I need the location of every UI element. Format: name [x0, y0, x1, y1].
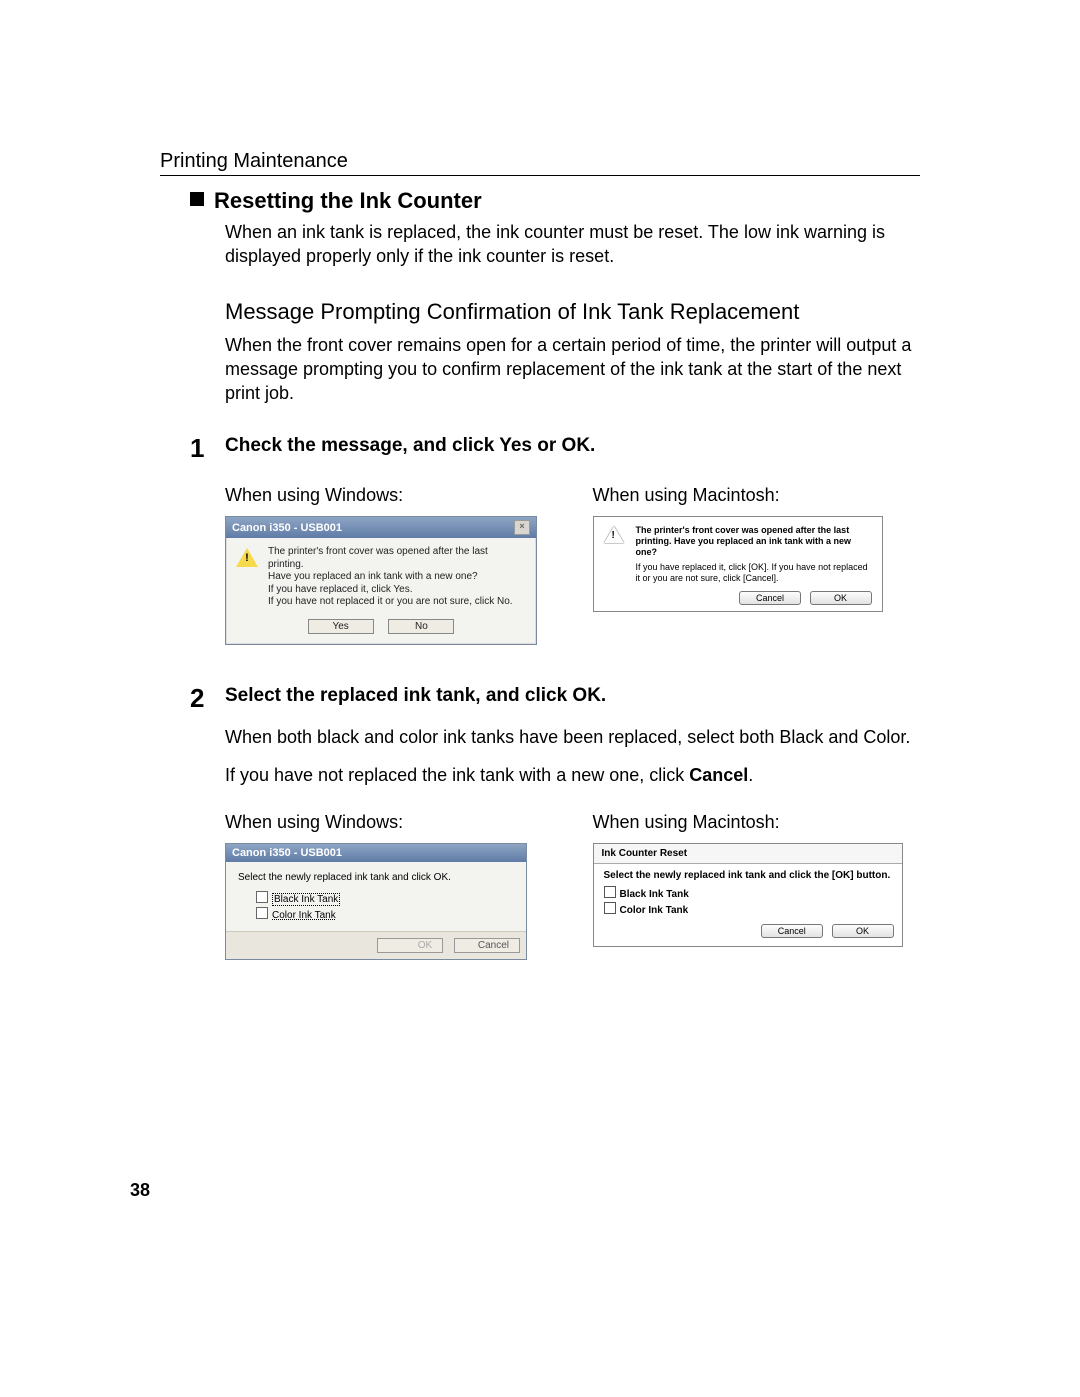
step-2-title: Select the replaced ink tank, and click … — [225, 685, 920, 707]
black-ink-checkbox-row[interactable]: Black Ink Tank — [256, 891, 514, 905]
step-2-columns: When using Windows: Canon i350 - USB001 … — [225, 812, 920, 960]
close-icon[interactable]: × — [514, 520, 530, 535]
mac-dialog-buttons: Cancel OK — [604, 591, 872, 605]
square-bullet-icon — [190, 192, 204, 206]
windows-dialog-message: The printer's front cover was opened aft… — [268, 546, 526, 609]
windows-titlebar: Canon i350 - USB001 × — [226, 517, 536, 538]
step-2-mac-col: When using Macintosh: Ink Counter Reset … — [593, 812, 921, 960]
step-2: 2 Select the replaced ink tank, and clic… — [190, 685, 920, 802]
mac-select-instr: Select the newly replaced ink tank and c… — [604, 870, 892, 882]
windows-select-footer: OK Cancel — [226, 931, 526, 959]
color-ink-checkbox-row[interactable]: Color Ink Tank — [256, 907, 514, 921]
windows-dialog-title: Canon i350 - USB001 — [232, 847, 342, 859]
section-title: Resetting the Ink Counter — [214, 188, 482, 213]
windows-titlebar: Canon i350 - USB001 — [226, 844, 526, 862]
mac-label: When using Macintosh: — [593, 812, 921, 833]
ok-button[interactable]: OK — [832, 924, 894, 938]
message-heading: Message Prompting Confirmation of Ink Ta… — [225, 299, 920, 325]
cancel-button[interactable]: Cancel — [454, 938, 520, 953]
checkbox-icon[interactable] — [604, 902, 616, 914]
cancel-button[interactable]: Cancel — [761, 924, 823, 938]
color-ink-checkbox-row[interactable]: Color Ink Tank — [604, 902, 892, 916]
cancel-button[interactable]: Cancel — [739, 591, 801, 605]
ok-button[interactable]: OK — [810, 591, 872, 605]
windows-dialog-body: The printer's front cover was opened aft… — [226, 538, 536, 615]
section-title-row: Resetting the Ink Counter — [190, 188, 920, 214]
yes-button[interactable]: Yes — [308, 619, 374, 634]
intro-paragraph: When an ink tank is replaced, the ink co… — [225, 220, 920, 269]
checkbox-icon[interactable] — [256, 907, 268, 919]
black-ink-label: Black Ink Tank — [272, 893, 340, 906]
warning-icon — [604, 525, 626, 583]
color-ink-label: Color Ink Tank — [620, 905, 689, 916]
page-number: 38 — [130, 1180, 920, 1201]
mac-label: When using Macintosh: — [593, 485, 921, 506]
step-1-title: Check the message, and click Yes or OK. — [225, 435, 920, 457]
warning-icon — [236, 546, 258, 609]
black-ink-checkbox-row[interactable]: Black Ink Tank — [604, 886, 892, 900]
step-number: 2 — [190, 685, 225, 711]
section-header: Printing Maintenance — [160, 150, 920, 176]
windows-confirm-dialog: Canon i350 - USB001 × The printer's fron… — [225, 516, 537, 645]
color-ink-label: Color Ink Tank — [272, 910, 336, 921]
checkbox-icon[interactable] — [256, 891, 268, 903]
windows-select-body: Select the newly replaced ink tank and c… — [226, 862, 526, 931]
step-2-para2: If you have not replaced the ink tank wi… — [225, 763, 920, 787]
step-2-para2-post: . — [748, 765, 753, 785]
step-2-para1: When both black and color ink tanks have… — [225, 725, 920, 749]
ok-button[interactable]: OK — [377, 938, 443, 953]
checkbox-icon[interactable] — [604, 886, 616, 898]
windows-dialog-title: Canon i350 - USB001 — [232, 522, 342, 534]
step-number: 1 — [190, 435, 225, 461]
no-button[interactable]: No — [388, 619, 454, 634]
step-1-windows-col: When using Windows: Canon i350 - USB001 … — [225, 485, 553, 645]
step-1-content: Check the message, and click Yes or OK. — [225, 435, 920, 475]
step-2-para2-pre: If you have not replaced the ink tank wi… — [225, 765, 689, 785]
mac-dialog-top: The printer's front cover was opened aft… — [604, 525, 872, 583]
mac-select-dialog: Ink Counter Reset Select the newly repla… — [593, 843, 903, 947]
mac-select-footer: Cancel OK — [594, 922, 902, 946]
message-paragraph: When the front cover remains open for a … — [225, 333, 920, 406]
mac-msg-bold: The printer's front cover was opened aft… — [636, 525, 872, 557]
win-msg-line3: If you have replaced it, click Yes. — [268, 584, 526, 597]
mac-msg-reg: If you have replaced it, click [OK]. If … — [636, 562, 872, 584]
windows-label: When using Windows: — [225, 485, 553, 506]
step-1-mac-col: When using Macintosh: The printer's fron… — [593, 485, 921, 645]
step-2-windows-col: When using Windows: Canon i350 - USB001 … — [225, 812, 553, 960]
step-2-para2-bold: Cancel — [689, 765, 748, 785]
win-msg-line1: The printer's front cover was opened aft… — [268, 546, 526, 571]
windows-select-instr: Select the newly replaced ink tank and c… — [238, 872, 514, 883]
win-msg-line2: Have you replaced an ink tank with a new… — [268, 571, 526, 584]
mac-dialog-message: The printer's front cover was opened aft… — [636, 525, 872, 583]
mac-select-body: Select the newly replaced ink tank and c… — [594, 864, 902, 922]
subsection: Resetting the Ink Counter When an ink ta… — [190, 188, 920, 960]
windows-label: When using Windows: — [225, 812, 553, 833]
page: Printing Maintenance Resetting the Ink C… — [0, 0, 1080, 1261]
mac-select-title: Ink Counter Reset — [594, 844, 902, 864]
step-2-content: Select the replaced ink tank, and click … — [225, 685, 920, 802]
windows-select-dialog: Canon i350 - USB001 Select the newly rep… — [225, 843, 527, 960]
windows-dialog-buttons: Yes No — [226, 615, 536, 644]
mac-confirm-dialog: The printer's front cover was opened aft… — [593, 516, 883, 612]
win-msg-line4: If you have not replaced it or you are n… — [268, 596, 526, 609]
black-ink-label: Black Ink Tank — [620, 889, 689, 900]
step-1: 1 Check the message, and click Yes or OK… — [190, 435, 920, 475]
step-1-columns: When using Windows: Canon i350 - USB001 … — [225, 485, 920, 645]
